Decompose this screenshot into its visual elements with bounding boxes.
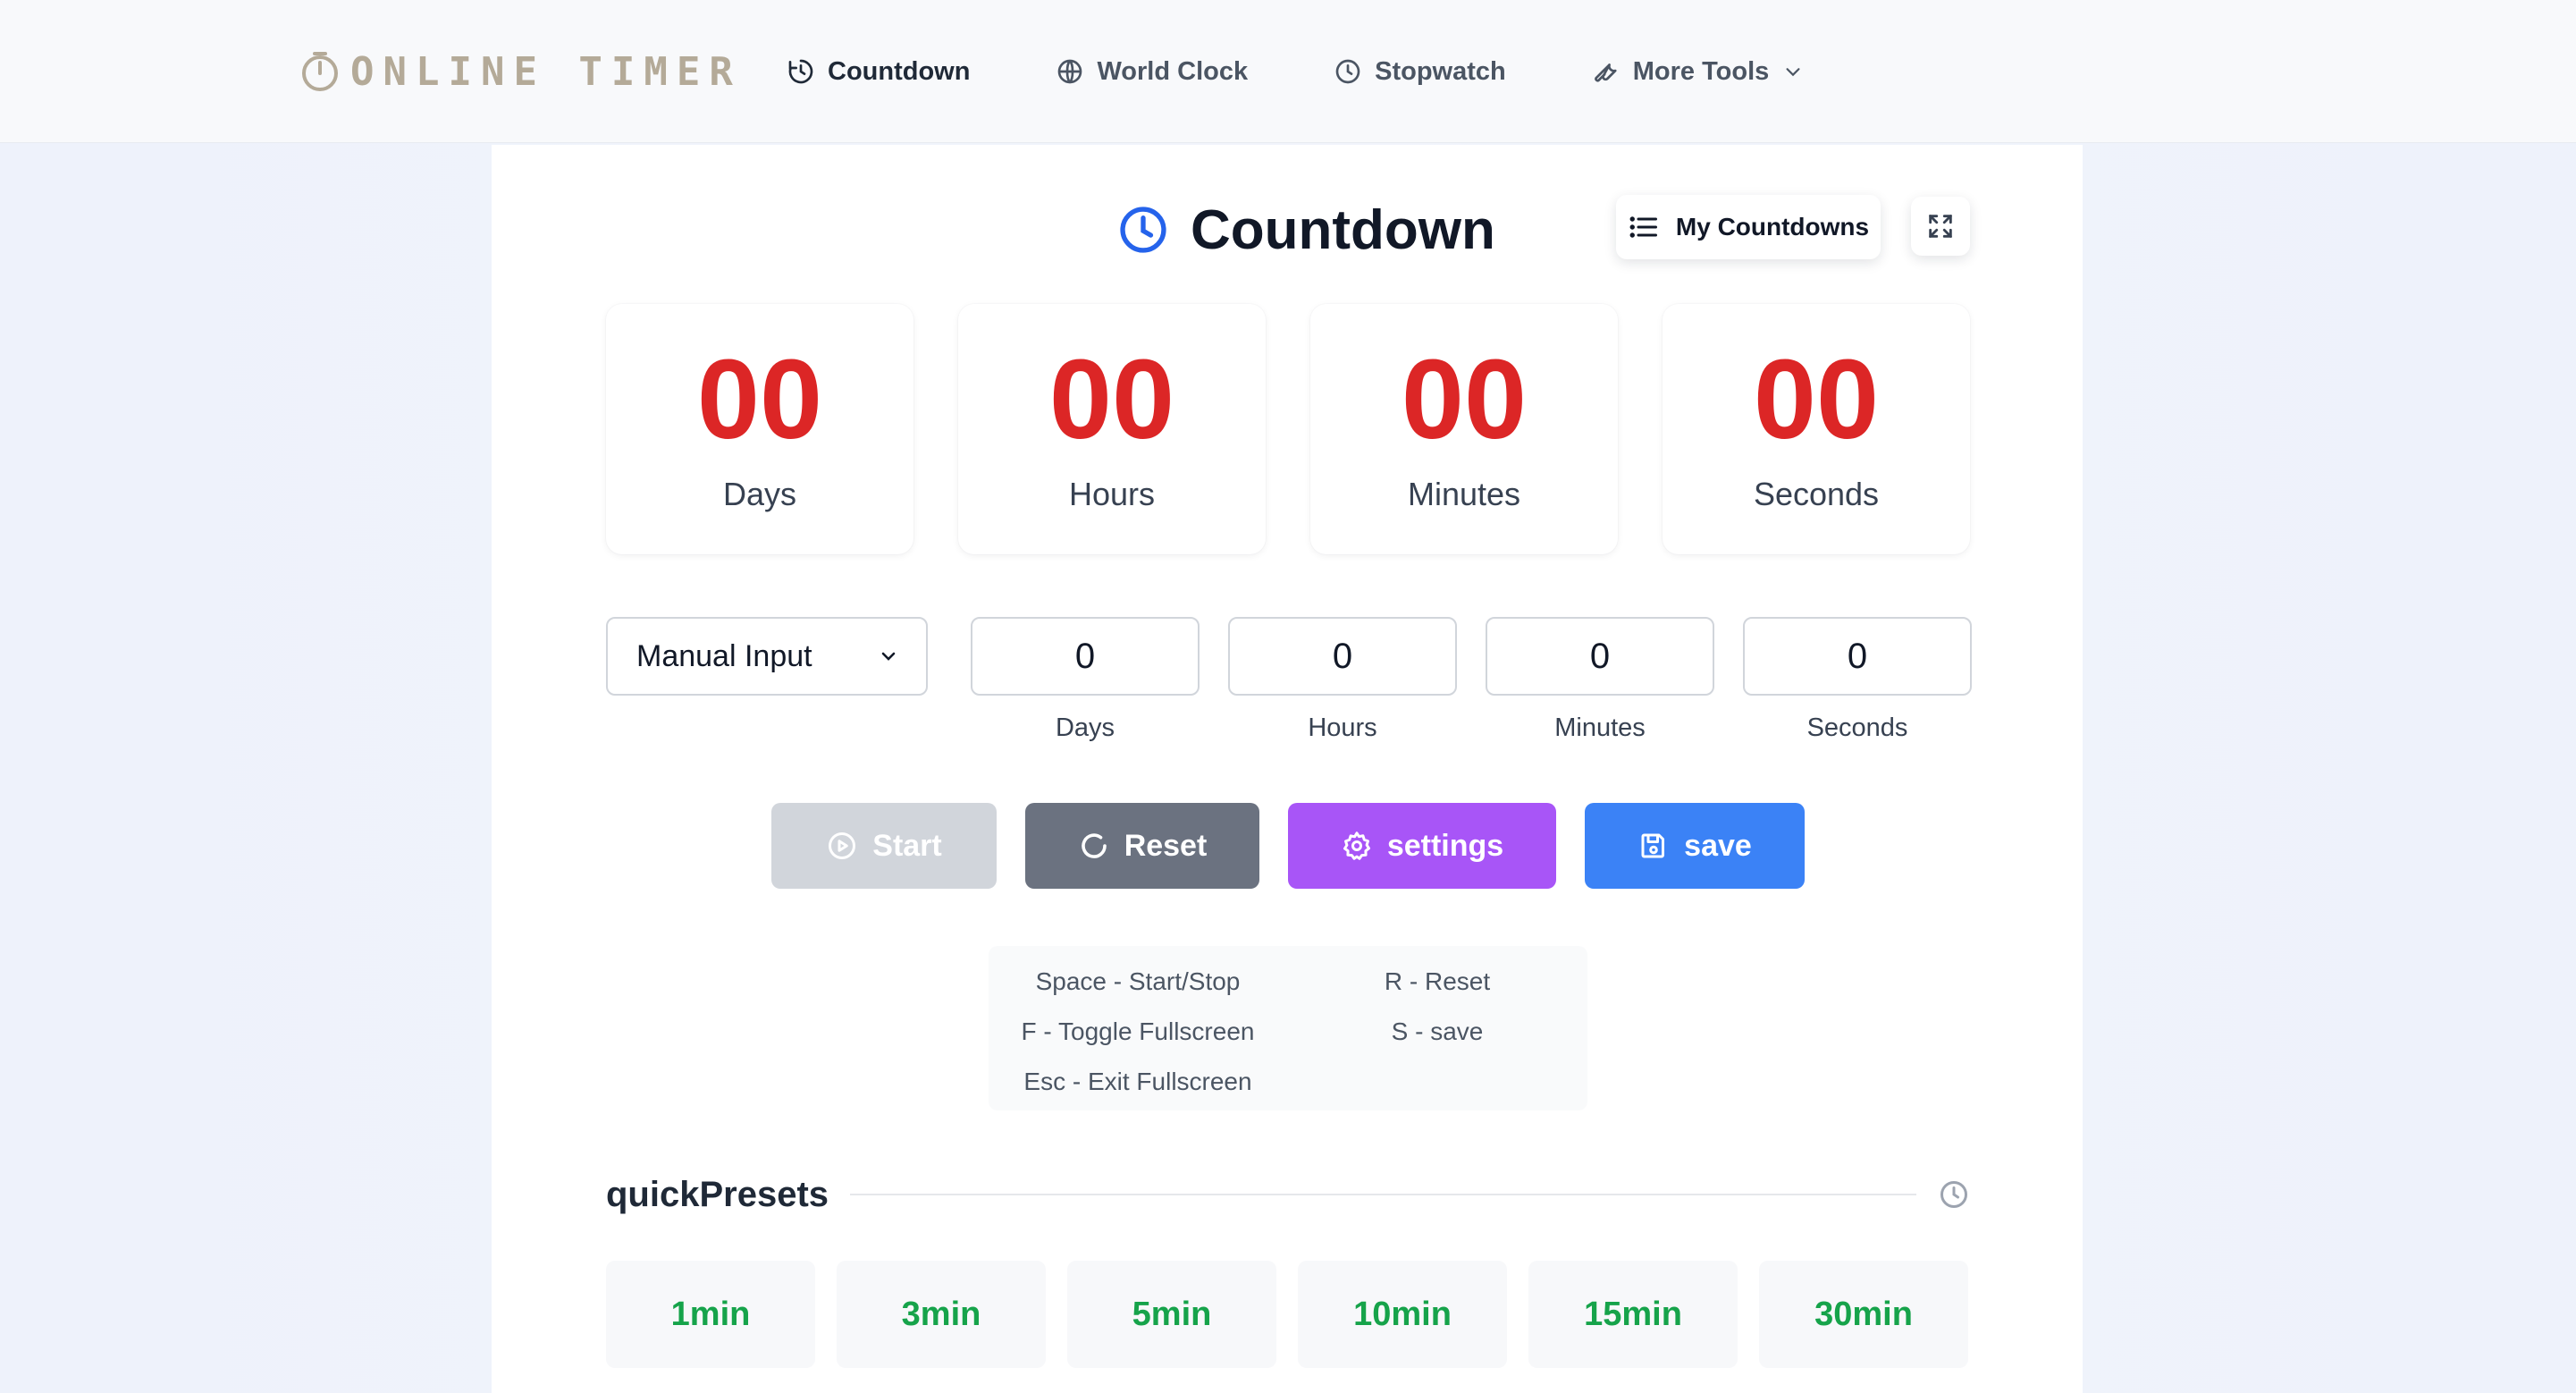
chevron-down-icon: [1786, 68, 1800, 77]
logo-text: ONLINE TIMER: [350, 48, 742, 95]
minutes-card: 00 Minutes: [1310, 304, 1618, 554]
shortcut-r: R - Reset: [1384, 967, 1491, 995]
preset-5min[interactable]: 5min: [1067, 1261, 1276, 1368]
history-clock-icon[interactable]: [1938, 1178, 1970, 1211]
hours-input-label: Hours: [1308, 713, 1377, 742]
preset-list: 1min 3min 5min 10min 15min 30min: [606, 1261, 1968, 1368]
nav-more-tools-label: More Tools: [1632, 56, 1770, 86]
top-navbar: ONLINE TIMER Countdown World Clock Stopw…: [0, 0, 2576, 143]
seconds-input-label: Seconds: [1806, 713, 1908, 742]
shortcut-esc: Esc - Exit Fullscreen: [1023, 1068, 1252, 1095]
list-icon: [1629, 216, 1657, 238]
minutes-input-group: Minutes: [1486, 617, 1714, 743]
nav-countdown[interactable]: Countdown: [787, 57, 970, 87]
nav-world-clock[interactable]: World Clock: [1056, 57, 1248, 87]
chevron-down-icon: [881, 652, 896, 661]
start-button[interactable]: Start: [771, 803, 997, 889]
presets-title: quickPresets: [606, 1174, 829, 1214]
seconds-input-group: Seconds: [1743, 617, 1972, 743]
shortcut-space: Space - Start/Stop: [1035, 967, 1241, 995]
preset-10min[interactable]: 10min: [1298, 1261, 1507, 1368]
time-display: 00 Days 00 Hours 00 Minutes 00 Seconds: [606, 304, 1970, 554]
globe-icon: [1058, 59, 1082, 84]
nav-more-tools[interactable]: More Tools: [1592, 57, 1804, 87]
minutes-input[interactable]: [1486, 617, 1714, 696]
hours-value: 00: [1048, 336, 1175, 462]
days-input-label: Days: [1055, 713, 1115, 742]
minutes-label: Minutes: [1407, 476, 1521, 512]
floppy-disk-icon: [1641, 833, 1665, 858]
expand-icon: [1929, 215, 1952, 238]
preset-15min[interactable]: 15min: [1528, 1261, 1738, 1368]
site-logo[interactable]: ONLINE TIMER: [299, 46, 742, 97]
fullscreen-button[interactable]: [1911, 197, 1970, 256]
preset-1min[interactable]: 1min: [606, 1261, 815, 1368]
seconds-value: 00: [1753, 336, 1880, 462]
page-title: Countdown: [1117, 190, 1495, 270]
countdown-icon: [788, 59, 813, 84]
days-value: 00: [696, 336, 823, 462]
hours-card: 00 Hours: [958, 304, 1266, 554]
hours-label: Hours: [1068, 476, 1156, 512]
reset-label: Reset: [1124, 828, 1208, 863]
my-countdowns-label: My Countdowns: [1675, 213, 1870, 241]
main-nav: Countdown World Clock Stopwatch More Too…: [787, 46, 1889, 97]
reset-button[interactable]: Reset: [1025, 803, 1259, 889]
seconds-input[interactable]: [1743, 617, 1972, 696]
preset-3min[interactable]: 3min: [837, 1261, 1046, 1368]
countdown-panel: Countdown My Countdowns 00 Days 00 Hours…: [492, 145, 2083, 1393]
nav-world-clock-label: World Clock: [1097, 56, 1249, 86]
minutes-value: 00: [1401, 336, 1528, 462]
presets-header: quickPresets: [606, 1171, 1970, 1218]
presets-divider: [850, 1194, 1916, 1195]
settings-label: settings: [1386, 828, 1504, 863]
seconds-label: Seconds: [1753, 476, 1880, 512]
days-label: Days: [722, 476, 797, 512]
shortcut-f: F - Toggle Fullscreen: [1021, 1017, 1255, 1045]
days-input-group: Days: [971, 617, 1200, 743]
minutes-input-label: Minutes: [1554, 713, 1646, 742]
logo-timer-icon: [302, 52, 338, 91]
input-mode-value: Manual Input: [636, 638, 812, 673]
play-circle-icon: [829, 832, 856, 859]
save-button[interactable]: save: [1585, 803, 1805, 889]
nav-countdown-label: Countdown: [828, 56, 971, 86]
preset-30min[interactable]: 30min: [1759, 1261, 1968, 1368]
hours-input-group: Hours: [1228, 617, 1457, 743]
days-input[interactable]: [971, 617, 1200, 696]
days-card: 00 Days: [606, 304, 913, 554]
nav-stopwatch-label: Stopwatch: [1375, 56, 1506, 86]
keyboard-shortcuts: Space - Start/Stop R - Reset F - Toggle …: [989, 946, 1587, 1110]
hours-input[interactable]: [1228, 617, 1457, 696]
start-label: Start: [872, 828, 942, 863]
input-mode-select[interactable]: Manual Input: [606, 617, 928, 696]
clock-icon: [1335, 59, 1360, 84]
duration-inputs: Days Hours Minutes Seconds: [971, 617, 1972, 743]
gear-icon: [1343, 832, 1370, 860]
action-buttons: Start Reset settings save: [771, 803, 1805, 889]
wrench-icon: [1594, 63, 1617, 82]
page-title-text: Countdown: [1191, 198, 1495, 261]
save-label: save: [1684, 828, 1752, 863]
clock-icon: [1120, 207, 1166, 253]
settings-button[interactable]: settings: [1288, 803, 1556, 889]
seconds-card: 00 Seconds: [1663, 304, 1970, 554]
shortcut-s: S - save: [1391, 1017, 1484, 1045]
refresh-icon: [1081, 833, 1107, 858]
nav-stopwatch[interactable]: Stopwatch: [1334, 57, 1506, 87]
my-countdowns-button[interactable]: My Countdowns: [1616, 195, 1881, 259]
